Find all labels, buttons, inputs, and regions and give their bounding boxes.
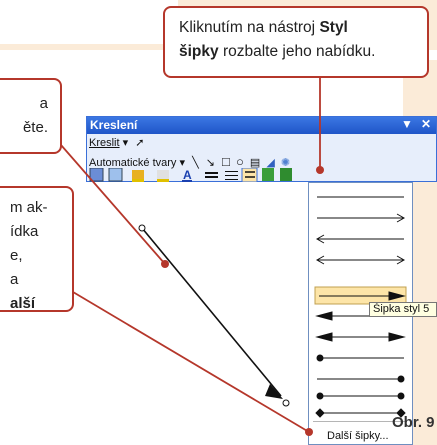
- connector-line: [72, 291, 310, 433]
- drawn-arrow-head: [265, 384, 283, 399]
- connector-dot: [316, 166, 324, 174]
- arrow-end-handle[interactable]: [282, 399, 290, 407]
- connector-line: [60, 144, 166, 265]
- arrow-start-handle[interactable]: [138, 224, 146, 232]
- annotation-overlay: [60, 78, 324, 436]
- connector-dot: [305, 428, 313, 436]
- drawn-arrow-line: [141, 227, 282, 397]
- connector-dot: [161, 260, 169, 268]
